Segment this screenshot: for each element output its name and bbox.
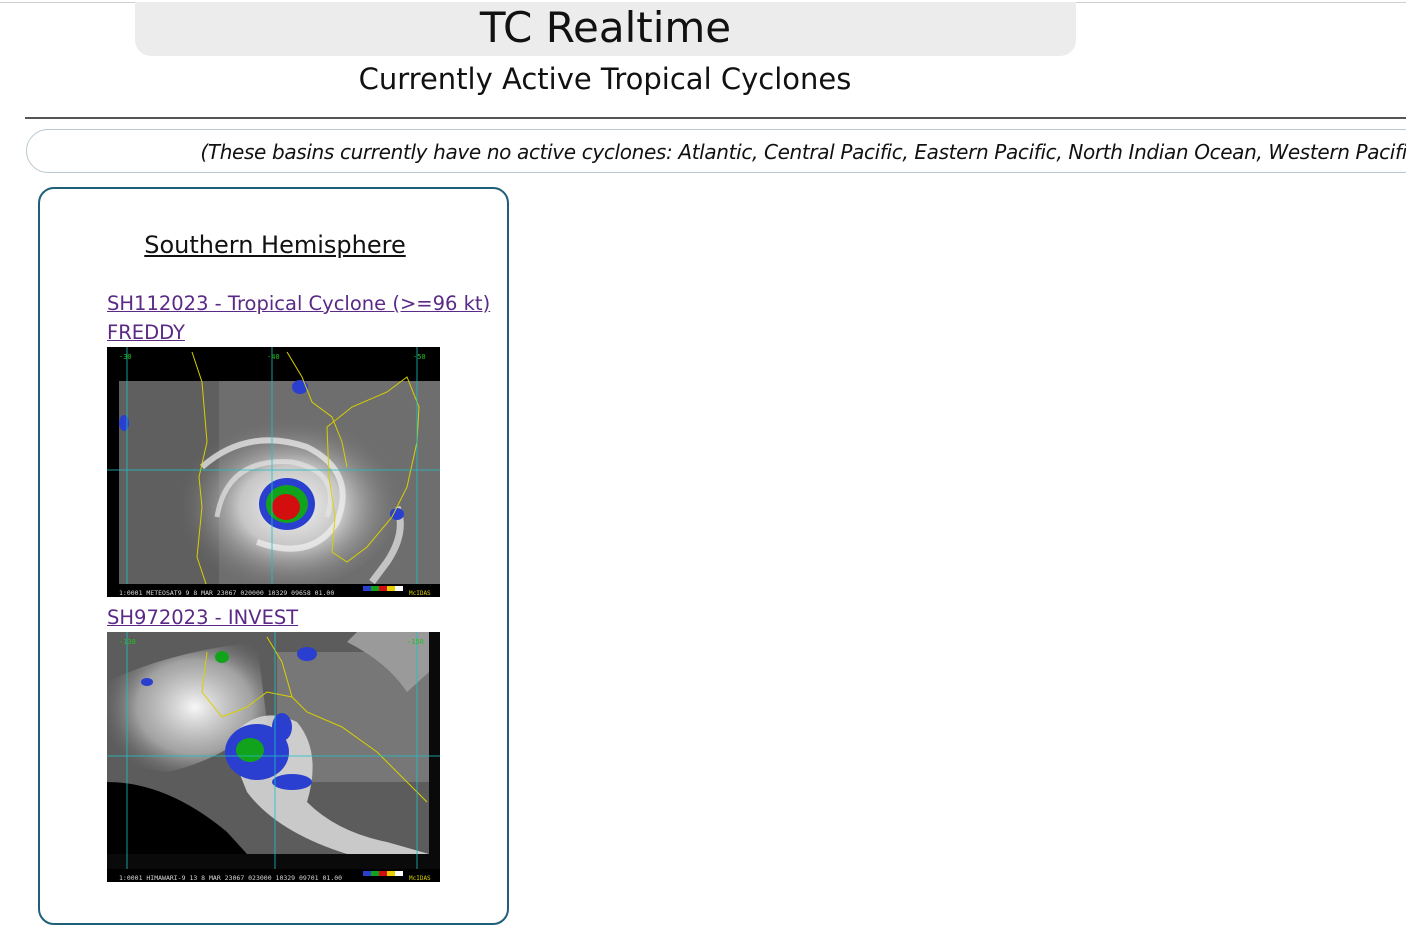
image-caption: 1:0001 HIMAWARI-9 13 8 MAR 23067 023000 … — [119, 874, 342, 882]
inactive-basins-text: (These basins currently have no active c… — [200, 140, 1406, 164]
storm-link-sh972023[interactable]: SH972023 - INVEST — [107, 603, 298, 632]
page-subtitle: Currently Active Tropical Cyclones — [358, 62, 852, 96]
southern-hemisphere-panel: Southern Hemisphere SH112023 - Tropical … — [38, 187, 509, 925]
satellite-image-sh112023[interactable]: -30 -40 -50 1:0001 METEOSAT9 9 8 MAR 230… — [107, 347, 440, 597]
image-caption: 1:0001 METEOSAT9 9 8 MAR 23067 020000 10… — [119, 589, 334, 597]
grid-label: -50 — [413, 353, 426, 361]
grid-label: -130 — [119, 638, 136, 646]
grid-label: -150 — [407, 638, 424, 646]
hemisphere-title: Southern Hemisphere — [144, 231, 406, 259]
header-divider — [25, 117, 1406, 119]
satellite-image-sh972023[interactable]: -130 -150 1:0001 HIMAWARI-9 13 8 MAR 230… — [107, 632, 440, 882]
storm-link-sh112023[interactable]: SH112023 - Tropical Cyclone (>=96 kt) — [107, 289, 490, 318]
mcidas-brand: McIDAS — [409, 875, 431, 882]
inactive-basins-notice: (These basins currently have no active c… — [26, 129, 1406, 173]
site-title: TC Realtime — [479, 3, 732, 52]
grid-label: -30 — [119, 353, 132, 361]
storm-name-link-freddy[interactable]: FREDDY — [107, 318, 185, 347]
grid-label: -40 — [267, 353, 280, 361]
mcidas-brand: McIDAS — [409, 590, 431, 597]
